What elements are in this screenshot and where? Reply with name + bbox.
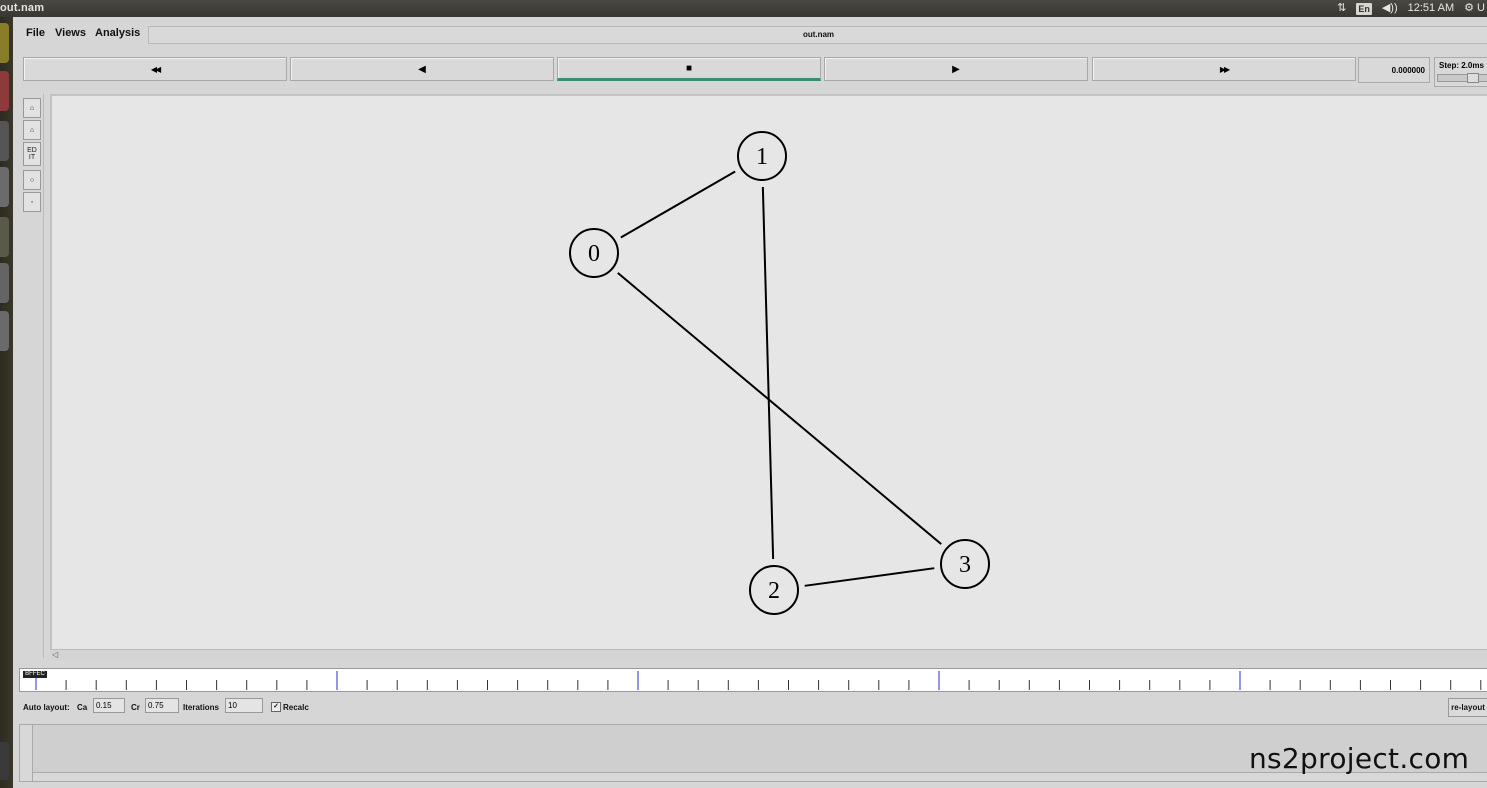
- cr-label: Cr: [131, 703, 140, 712]
- launcher-trash-icon[interactable]: [0, 742, 9, 780]
- launcher-app-icon[interactable]: [0, 121, 9, 161]
- step-back-button[interactable]: ◀: [290, 57, 554, 81]
- launcher-app-icon[interactable]: [0, 311, 9, 351]
- step-label: Step: 2.0ms: [1439, 61, 1484, 70]
- zoom-out-icon[interactable]: ⌂: [23, 120, 41, 140]
- link-2-3[interactable]: [804, 567, 935, 587]
- nodes-layer: 0 1 2 3: [569, 131, 990, 615]
- add-node-large-icon[interactable]: ○: [23, 170, 41, 190]
- ca-label: Ca: [77, 703, 88, 712]
- fast-forward-button[interactable]: ▶▶: [1092, 57, 1356, 81]
- play-icon: ▶: [952, 63, 960, 75]
- cr-input[interactable]: [145, 698, 179, 713]
- unity-launcher: [0, 17, 13, 788]
- volume-icon[interactable]: ◀)): [1382, 0, 1398, 17]
- fast-forward-icon: ▶▶: [1219, 64, 1230, 74]
- launcher-app-icon[interactable]: [0, 71, 9, 111]
- menu-analysis[interactable]: Analysis: [95, 27, 140, 39]
- step-slider-thumb[interactable]: [1467, 73, 1479, 83]
- node-label: 1: [756, 144, 768, 170]
- timeline-knob[interactable]: BFFEC: [23, 671, 47, 678]
- network-icon[interactable]: ⇅: [1337, 0, 1346, 17]
- node-0[interactable]: 0: [569, 228, 619, 278]
- window-title-text: out.nam: [0, 2, 45, 14]
- nam-file-title: out.nam: [148, 26, 1487, 44]
- iterations-input[interactable]: [225, 698, 263, 713]
- node-label: 0: [588, 241, 600, 267]
- canvas-horizontal-scrollbar[interactable]: ◁: [50, 649, 1487, 659]
- auto-layout-bar: Auto layout: Ca Cr Iterations ✓ Recalc r…: [19, 698, 1487, 717]
- menu-views[interactable]: Views: [55, 27, 86, 39]
- menu-file[interactable]: File: [26, 27, 45, 39]
- watermark-text: ns2project.com: [1249, 742, 1470, 775]
- relayout-button[interactable]: re-layout: [1448, 698, 1487, 717]
- scroll-left-icon[interactable]: ◁: [52, 650, 58, 659]
- keyboard-language-indicator[interactable]: En: [1356, 2, 1372, 15]
- node-2[interactable]: 2: [749, 565, 799, 615]
- node-1[interactable]: 1: [737, 131, 787, 181]
- launcher-app-icon[interactable]: [0, 23, 9, 63]
- edit-toggle-button[interactable]: ED IT: [23, 142, 41, 166]
- node-label: 3: [959, 552, 971, 578]
- link-1-2[interactable]: [761, 186, 775, 560]
- back-icon: ◀: [418, 63, 426, 75]
- topology-graph[interactable]: 0 1 2 3: [52, 96, 1487, 657]
- stop-icon: ■: [685, 62, 693, 74]
- system-top-bar: out.nam ⇅ En ◀)) 12:51 AM ⚙ U: [0, 0, 1487, 17]
- clock[interactable]: 12:51 AM: [1408, 0, 1454, 17]
- nam-window: File Views Analysis out.nam ◀◀ ◀ ■ ▶ ▶▶ …: [13, 17, 1487, 788]
- rewind-icon: ◀◀: [150, 64, 161, 74]
- stop-button[interactable]: ■: [557, 57, 821, 81]
- recalc-checkbox[interactable]: ✓: [271, 702, 281, 712]
- launcher-app-icon[interactable]: [0, 167, 9, 207]
- settings-gear-icon[interactable]: ⚙ U: [1464, 0, 1485, 17]
- launcher-app-icon[interactable]: [0, 263, 9, 303]
- annotation-vertical-scrollbar[interactable]: [20, 725, 33, 781]
- node-3[interactable]: 3: [940, 539, 990, 589]
- timeline-slider[interactable]: BFFEC: [19, 668, 1487, 692]
- node-label: 2: [768, 578, 780, 604]
- system-tray: ⇅ En ◀)) 12:51 AM ⚙ U: [1337, 0, 1487, 17]
- ca-input[interactable]: [93, 698, 125, 713]
- auto-layout-label: Auto layout:: [23, 703, 70, 712]
- play-button[interactable]: ▶: [824, 57, 1088, 81]
- link-0-3[interactable]: [617, 272, 942, 545]
- launcher-app-icon[interactable]: [0, 217, 9, 257]
- recalc-label: Recalc: [283, 703, 309, 712]
- iterations-label: Iterations: [183, 703, 220, 712]
- timeline-ticks: [35, 671, 1482, 690]
- network-canvas[interactable]: 0 1 2 3: [50, 94, 1487, 657]
- edit-toolbar: ⌂ ⌂ ED IT ○ ◦: [19, 94, 44, 658]
- add-node-small-icon[interactable]: ◦: [23, 192, 41, 212]
- link-0-1[interactable]: [620, 170, 736, 239]
- step-slider[interactable]: [1437, 74, 1487, 82]
- zoom-in-icon[interactable]: ⌂: [23, 98, 41, 118]
- rewind-button[interactable]: ◀◀: [23, 57, 287, 81]
- sim-time-display: 0.000000: [1358, 57, 1430, 83]
- step-control: Step: 2.0ms: [1434, 57, 1487, 87]
- links-layer: [617, 170, 942, 587]
